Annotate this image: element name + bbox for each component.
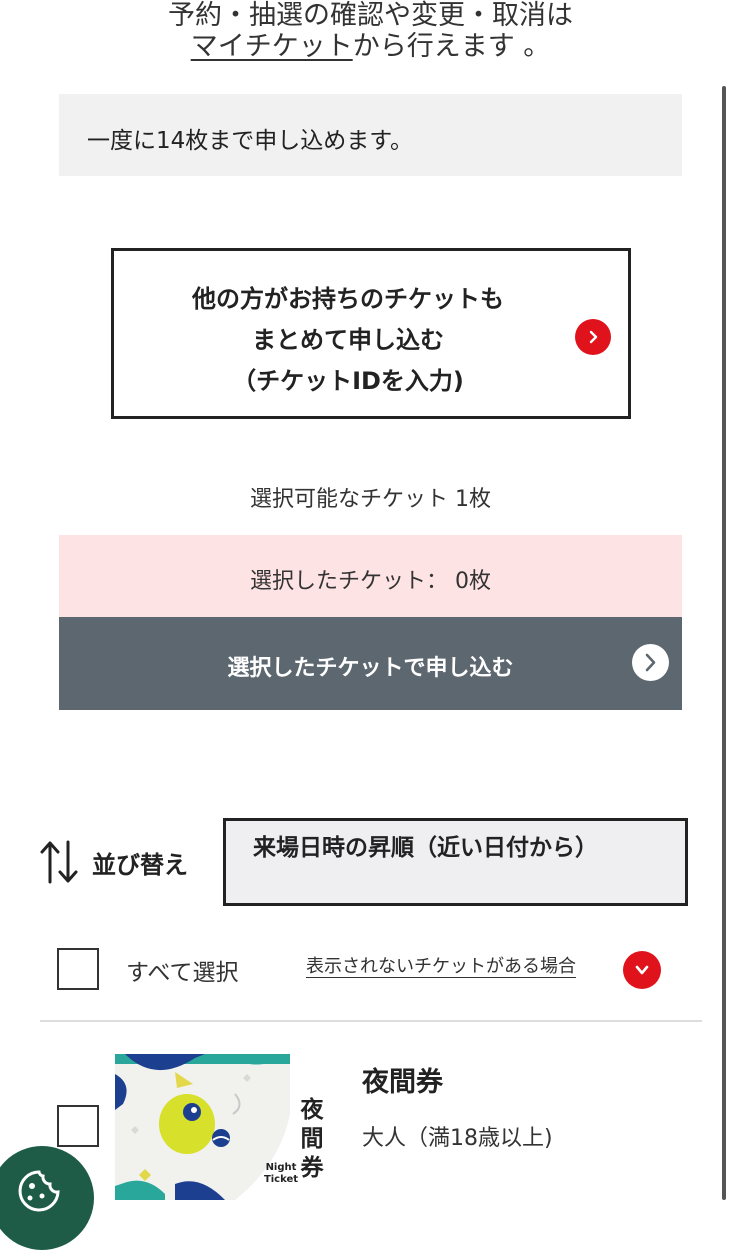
- chevron-right-icon: [575, 319, 611, 355]
- notice: 予約・抽選の確認や変更・取消は マイチケットから行えます 。: [0, 0, 741, 62]
- cookie-settings-button[interactable]: [0, 1146, 94, 1250]
- chevron-right-icon: [632, 644, 669, 681]
- add-other-line3: （チケットIDを入力): [232, 367, 464, 395]
- add-other-tickets-label: 他の方がお持ちのチケットも まとめて申し込む （チケットIDを入力): [158, 279, 538, 402]
- select-all-label: すべて選択: [126, 960, 239, 986]
- hidden-tickets-link[interactable]: 表示されないチケットがある場合: [306, 952, 576, 978]
- thumbnail-title: 夜間券: [300, 1097, 324, 1181]
- chevron-down-icon[interactable]: [623, 951, 661, 989]
- notice-line2: マイチケットから行えます 。: [0, 31, 741, 62]
- ticket-title: 夜間券: [362, 1067, 443, 1098]
- ticket-category: 大人（満18歳以上): [362, 1126, 553, 1151]
- sort-label: 並び替え: [92, 851, 188, 879]
- add-other-line2: まとめて申し込む: [252, 326, 444, 354]
- my-ticket-link[interactable]: マイチケット: [191, 31, 353, 62]
- notice-line2-rest: から行えます 。: [352, 31, 551, 62]
- select-all-checkbox[interactable]: [57, 948, 99, 990]
- apply-selected-button[interactable]: 選択したチケットで申し込む: [59, 617, 682, 710]
- selected-count-bar: 選択したチケット： 0枚: [59, 535, 682, 617]
- limit-info-box: 一度に14枚まで申し込めます。: [59, 94, 682, 176]
- sort-select[interactable]: 来場日時の昇順（近い日付から）: [223, 818, 688, 906]
- ticket-thumbnail: 夜間券 Night Ticket: [115, 1054, 333, 1200]
- available-count: 選択可能なチケット 1枚: [250, 487, 491, 512]
- ticket-checkbox[interactable]: [57, 1105, 99, 1147]
- cookie-icon: [16, 1168, 62, 1218]
- notice-line1: 予約・抽選の確認や変更・取消は: [168, 0, 573, 31]
- scrollbar[interactable]: [722, 86, 726, 1200]
- selected-count: 選択したチケット： 0枚: [250, 569, 491, 594]
- sort-select-value: 来場日時の昇順（近い日付から）: [253, 835, 598, 861]
- thumbnail-subtitle: Night Ticket: [263, 1162, 299, 1185]
- sort-icon: [38, 838, 80, 886]
- divider: [40, 1020, 702, 1022]
- apply-selected-label: 選択したチケットで申し込む: [227, 656, 514, 681]
- add-other-line1: 他の方がお持ちのチケットも: [192, 285, 504, 313]
- limit-text: 一度に14枚まで申し込めます。: [87, 128, 413, 154]
- add-other-tickets-button[interactable]: 他の方がお持ちのチケットも まとめて申し込む （チケットIDを入力): [111, 248, 631, 419]
